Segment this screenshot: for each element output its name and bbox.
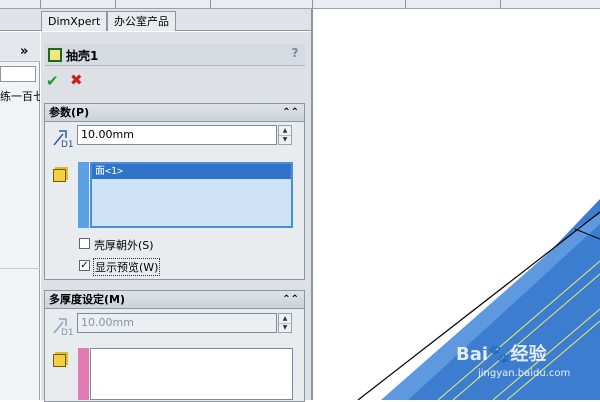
help-button[interactable]: ? xyxy=(288,46,302,62)
ok-checkmark-icon[interactable]: ✔ xyxy=(46,72,59,90)
tree-divider xyxy=(0,268,40,269)
toolbar-separator xyxy=(500,0,501,8)
show-preview-checkbox[interactable]: ✓ xyxy=(79,260,90,271)
shell-outward-label[interactable]: 壳厚朝外(S) xyxy=(94,237,154,253)
tree-filter-input[interactable] xyxy=(0,66,36,82)
selection-color-strip xyxy=(78,162,89,228)
show-preview-label[interactable]: 显示预览(W) xyxy=(93,258,161,276)
toolbar-separator xyxy=(405,0,406,8)
multi-thickness-dimension-label: D1 xyxy=(61,328,74,338)
toolbar-separator xyxy=(210,0,211,8)
collapse-chevron-icon[interactable]: ⌃⌃ xyxy=(282,291,299,308)
command-manager-tabs: DimXpert 办公室产品 xyxy=(0,9,312,31)
top-toolbar-strip xyxy=(0,0,600,9)
tab-dimxpert[interactable]: DimXpert xyxy=(41,11,108,31)
multi-thickness-spinner[interactable]: ▲ ▼ xyxy=(278,313,292,333)
spin-down-icon[interactable]: ▼ xyxy=(279,323,291,332)
faces-to-remove-list[interactable]: 面<1> xyxy=(90,162,293,228)
parameters-group-header[interactable]: 参数(P) ⌃⌃ xyxy=(45,104,304,122)
watermark-url: jingyan.baidu.com xyxy=(478,368,571,379)
multi-thickness-input[interactable]: 10.00mm xyxy=(77,313,277,333)
face-list-item[interactable]: 面<1> xyxy=(92,164,291,179)
parameters-group-title: 参数(P) xyxy=(49,106,90,119)
multi-thickness-faces-cube-icon xyxy=(53,354,66,367)
thickness-spinner[interactable]: ▲ ▼ xyxy=(278,125,292,145)
cancel-x-icon[interactable]: ✖ xyxy=(70,71,83,89)
watermark-brand: Bai xyxy=(456,344,489,365)
paw-icon: 🐾 xyxy=(488,344,511,365)
tree-item-label[interactable]: 练一百七 xyxy=(0,88,40,104)
expand-panel-chevron-icon[interactable]: » xyxy=(20,44,28,59)
thickness-dimension-label: D1 xyxy=(61,140,74,150)
toolbar-separator xyxy=(115,0,116,8)
watermark-logo: Bai🐾经验 xyxy=(456,340,546,366)
multi-thickness-faces-list[interactable] xyxy=(90,348,293,400)
shell-thickness-input[interactable]: 10.00mm xyxy=(77,125,277,145)
tab-office-products[interactable]: 办公室产品 xyxy=(107,11,176,31)
spin-down-icon[interactable]: ▼ xyxy=(279,135,291,144)
toolbar-separator xyxy=(40,0,41,8)
collapse-chevron-icon[interactable]: ⌃⌃ xyxy=(282,104,299,121)
watermark-brand-2: 经验 xyxy=(510,344,547,365)
multi-thickness-group-title: 多厚度设定(M) xyxy=(49,293,126,306)
faces-to-remove-cube-icon xyxy=(53,169,66,182)
feature-title: 抽壳1 xyxy=(66,49,99,63)
shell-outward-checkbox[interactable] xyxy=(79,238,90,249)
shell-feature-icon xyxy=(48,48,62,62)
toolbar-separator xyxy=(312,0,313,8)
multi-thickness-group-header[interactable]: 多厚度设定(M) ⌃⌃ xyxy=(45,291,304,309)
multi-selection-color-strip xyxy=(78,348,89,400)
